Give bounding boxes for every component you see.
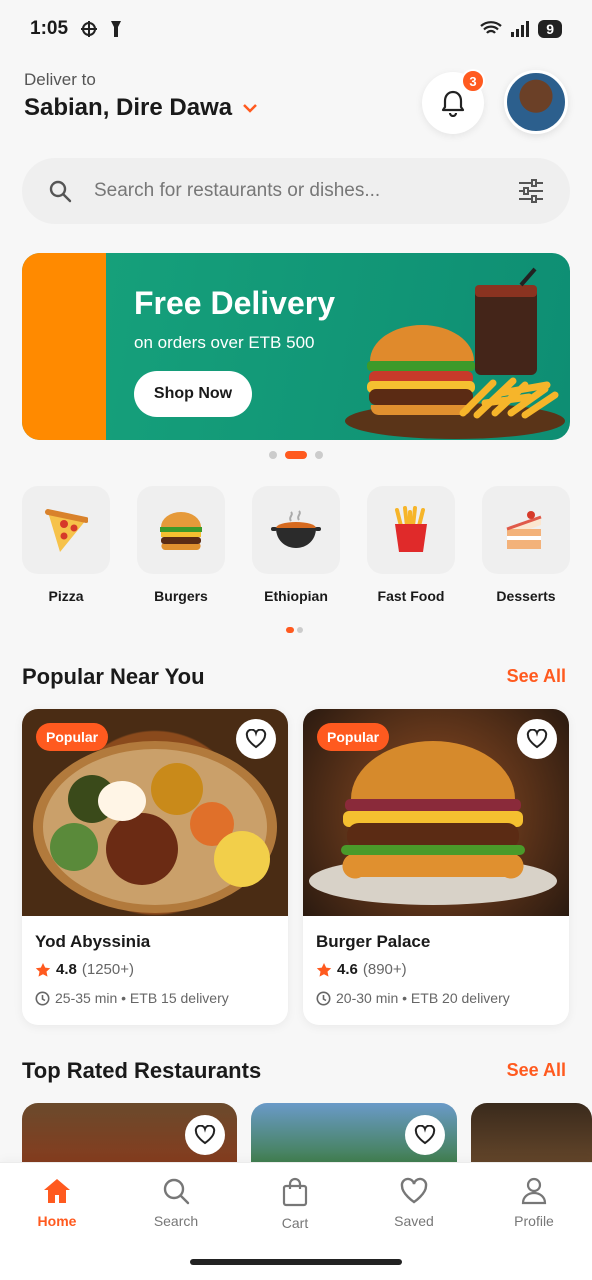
fries-icon — [395, 506, 427, 552]
nav-saved[interactable]: Saved — [369, 1177, 459, 1229]
heart-icon — [245, 729, 267, 749]
category-label: Burgers — [154, 588, 208, 604]
see-all-popular-link[interactable]: See All — [507, 666, 566, 687]
home-icon — [44, 1179, 70, 1203]
category-label: Ethiopian — [264, 588, 328, 604]
battery-indicator: 9 — [538, 20, 562, 38]
search-icon — [163, 1178, 190, 1205]
filter-sliders-icon[interactable] — [518, 179, 544, 203]
category-label: Desserts — [496, 588, 556, 604]
popular-badge: Popular — [317, 723, 390, 751]
section-title-popular: Popular Near You — [22, 664, 205, 689]
category-pagination — [286, 627, 303, 633]
nav-label: Cart — [281, 1215, 309, 1231]
nav-search[interactable]: Search — [131, 1177, 221, 1229]
star-icon — [316, 962, 332, 977]
favorite-button[interactable] — [236, 719, 276, 759]
flashlight-icon — [111, 21, 122, 37]
category-label: Pizza — [48, 588, 84, 604]
clock-icon — [316, 991, 331, 1005]
category-list: Pizza Burgers Ethiopian Fast Food Desser… — [22, 486, 592, 604]
home-indicator[interactable] — [190, 1259, 402, 1265]
person-icon — [521, 1177, 547, 1205]
shopping-bag-icon — [282, 1177, 308, 1207]
search-input[interactable] — [94, 180, 518, 202]
burger-meal-illustration — [345, 267, 565, 439]
section-title-top-rated: Top Rated Restaurants — [22, 1058, 262, 1083]
nav-label: Profile — [514, 1213, 554, 1229]
heart-icon — [526, 729, 548, 749]
nav-label: Search — [153, 1213, 199, 1229]
promo-banner[interactable]: Free Delivery on orders over ETB 500 Sho… — [22, 253, 570, 440]
location-name: Sabian, Dire Dawa — [24, 94, 233, 121]
pagination-dot-active[interactable] — [285, 451, 307, 459]
notifications-button[interactable]: 3 — [422, 69, 485, 134]
signal-icon — [511, 21, 530, 37]
star-icon — [35, 962, 51, 977]
restaurant-card[interactable]: Popular Burger Palace 4.6 (890+) 20-30 m… — [303, 709, 569, 1025]
delivery-meta-text: 20-30 min • ETB 20 delivery — [336, 990, 510, 1006]
see-all-top-rated-link[interactable]: See All — [507, 1060, 566, 1081]
restaurant-rating: 4.6 (890+) — [316, 961, 407, 978]
pagination-dot[interactable] — [315, 451, 323, 459]
nav-profile[interactable]: Profile — [489, 1177, 579, 1229]
nav-home[interactable]: Home — [12, 1177, 102, 1229]
bell-icon — [441, 90, 465, 117]
banner-accent-strip — [22, 253, 106, 440]
rating-value: 4.6 — [337, 961, 358, 978]
deliver-to-label: Deliver to — [24, 70, 96, 89]
restaurant-rating: 4.8 (1250+) — [35, 961, 134, 978]
delivery-info: 25-35 min • ETB 15 delivery — [35, 990, 229, 1006]
banner-pagination — [0, 451, 592, 459]
review-count: (1250+) — [81, 961, 134, 978]
location-selector[interactable]: Sabian, Dire Dawa — [24, 94, 568, 122]
category-burgers[interactable]: Burgers — [137, 486, 225, 604]
restaurant-image: Popular — [303, 709, 569, 916]
app-screen: 1:05 9 Deliver to Sabian, Dire Dawa 3 Fr… — [0, 0, 592, 1280]
heart-icon — [414, 1125, 436, 1145]
banner-subtitle: on orders over ETB 500 — [134, 333, 315, 352]
search-bar — [22, 158, 570, 224]
restaurant-image: Popular — [22, 709, 288, 916]
favorite-button[interactable] — [405, 1115, 445, 1155]
nav-cart[interactable]: Cart — [250, 1177, 340, 1231]
location-crosshair-icon — [81, 21, 98, 37]
category-fast-food[interactable]: Fast Food — [367, 486, 455, 604]
banner-title: Free Delivery — [134, 285, 336, 321]
avatar[interactable] — [504, 70, 568, 134]
restaurant-name: Yod Abyssinia — [35, 932, 151, 951]
pagination-dot[interactable] — [269, 451, 277, 459]
favorite-button[interactable] — [185, 1115, 225, 1155]
pizza-icon — [45, 509, 88, 552]
search-icon — [49, 180, 72, 203]
popular-badge: Popular — [36, 723, 109, 751]
clock: 1:05 — [30, 18, 69, 39]
wifi-icon — [480, 21, 502, 34]
category-pizza[interactable]: Pizza — [22, 486, 110, 604]
review-count: (890+) — [362, 961, 407, 978]
header: Deliver to Sabian, Dire Dawa 3 — [24, 69, 568, 140]
chevron-down-icon — [243, 104, 257, 113]
nav-label: Saved — [394, 1213, 434, 1229]
notification-badge: 3 — [461, 69, 485, 93]
cake-icon — [506, 511, 542, 549]
rating-value: 4.8 — [56, 961, 77, 978]
category-desserts[interactable]: Desserts — [482, 486, 570, 604]
heart-icon — [400, 1177, 428, 1204]
delivery-info: 20-30 min • ETB 20 delivery — [316, 990, 510, 1006]
burger-icon — [160, 512, 202, 551]
restaurant-name: Burger Palace — [316, 932, 431, 951]
shop-now-button[interactable]: Shop Now — [134, 371, 252, 417]
favorite-button[interactable] — [517, 719, 557, 759]
category-ethiopian[interactable]: Ethiopian — [252, 486, 340, 604]
clock-icon — [35, 991, 50, 1005]
status-bar: 1:05 9 — [0, 0, 592, 58]
ethiopian-pot-icon — [271, 510, 321, 548]
delivery-meta-text: 25-35 min • ETB 15 delivery — [55, 990, 229, 1006]
restaurant-card[interactable]: Popular Yod Abyssinia 4.8 (1250+) 25-35 … — [22, 709, 288, 1025]
heart-icon — [194, 1125, 216, 1145]
nav-label: Home — [37, 1213, 77, 1229]
category-label: Fast Food — [377, 588, 445, 604]
